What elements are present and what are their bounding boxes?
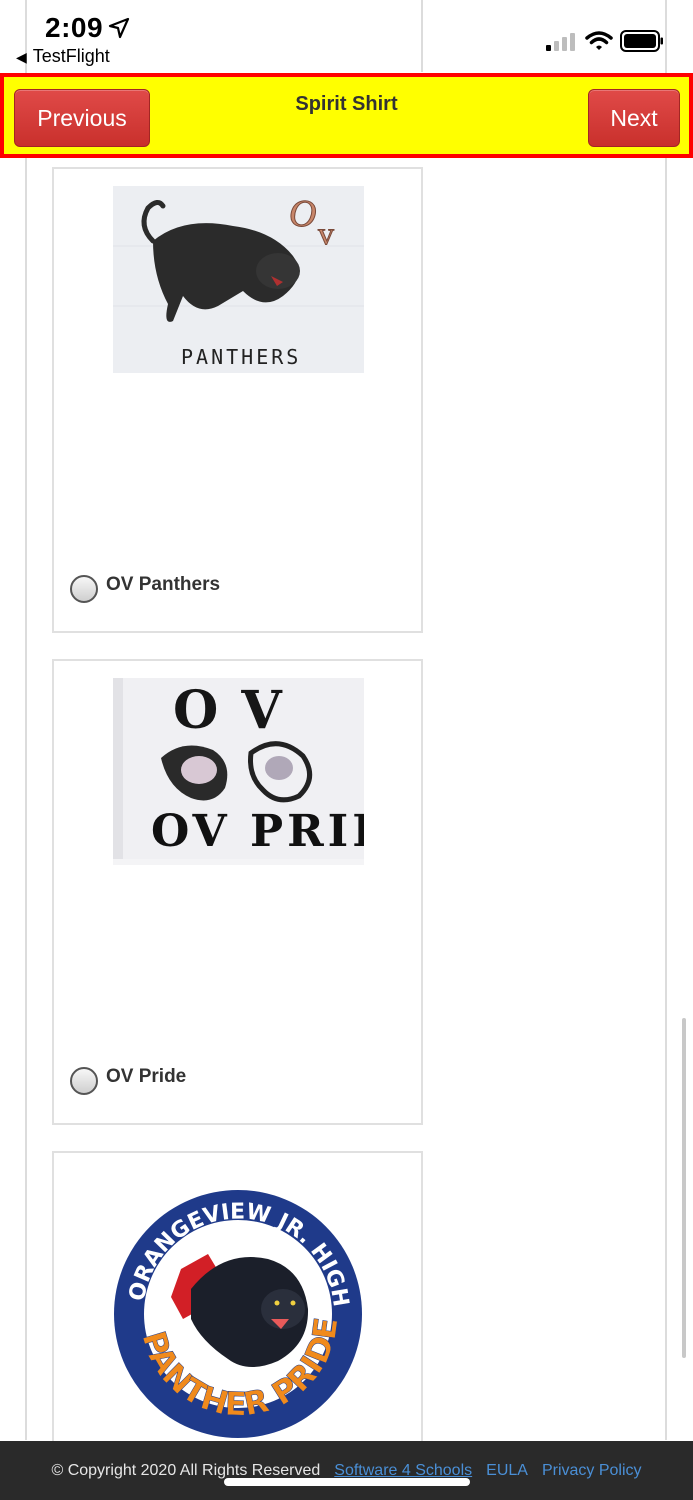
footer-link-eula[interactable]: EULA	[486, 1462, 528, 1480]
status-time: 2:09	[45, 12, 104, 43]
page-title: Spirit Shirt	[295, 93, 398, 115]
copyright-text: © Copyright 2020 All Rights Reserved	[51, 1461, 321, 1479]
panther-sketch-image: O v PANTHERS	[113, 186, 364, 373]
option-card-panther-pride[interactable]: ORANGEVIEW JR. HIGH PANTHER PRIDE	[52, 1151, 423, 1451]
location-arrow-icon	[108, 17, 130, 39]
page-footer: © Copyright 2020 All Rights Reserved Sof…	[0, 1441, 693, 1500]
footer-link-software-4-schools[interactable]: Software 4 Schools	[334, 1462, 472, 1480]
radio-ov-panthers[interactable]	[70, 575, 98, 603]
page-header: Previous Spirit Shirt Next	[0, 73, 693, 158]
page-frame-left	[25, 0, 27, 1440]
cellular-signal-icon	[546, 33, 575, 51]
page-frame-right	[665, 0, 667, 1440]
back-to-app-link[interactable]: ◀ TestFlight	[16, 46, 110, 67]
option-card-ov-panthers[interactable]: O v PANTHERS OV Panthers	[52, 167, 423, 633]
back-triangle-icon: ◀	[16, 49, 27, 65]
option-label-ov-pride: OV Pride	[106, 1066, 187, 1087]
option-ov-pride[interactable]: OV Pride	[70, 1059, 186, 1095]
panther-pride-logo-image: ORANGEVIEW JR. HIGH PANTHER PRIDE	[113, 1169, 364, 1439]
back-app-label: TestFlight	[32, 46, 110, 66]
status-bar: 2:09 ◀ TestFlight	[0, 0, 693, 72]
option-label-ov-panthers: OV Panthers	[106, 574, 221, 595]
battery-icon	[620, 30, 663, 52]
svg-text:O: O	[289, 193, 316, 235]
ov-pride-sketch-image: OV OV PRIDE	[113, 678, 364, 865]
svg-text:OV: OV	[173, 680, 306, 741]
home-indicator[interactable]	[224, 1478, 470, 1486]
radio-ov-pride[interactable]	[70, 1067, 98, 1095]
panther-sketch-caption: PANTHERS	[181, 345, 301, 369]
option-ov-panthers[interactable]: OV Panthers	[70, 567, 220, 603]
next-button[interactable]: Next	[588, 89, 680, 147]
footer-link-privacy-policy[interactable]: Privacy Policy	[542, 1462, 642, 1480]
scroll-indicator[interactable]	[682, 1018, 686, 1358]
svg-text:v: v	[318, 215, 334, 251]
option-card-ov-pride[interactable]: OV OV PRIDE OV Pride	[52, 659, 423, 1125]
ov-pride-sketch-caption: OV PRIDE	[151, 806, 364, 857]
wifi-icon	[585, 31, 613, 50]
